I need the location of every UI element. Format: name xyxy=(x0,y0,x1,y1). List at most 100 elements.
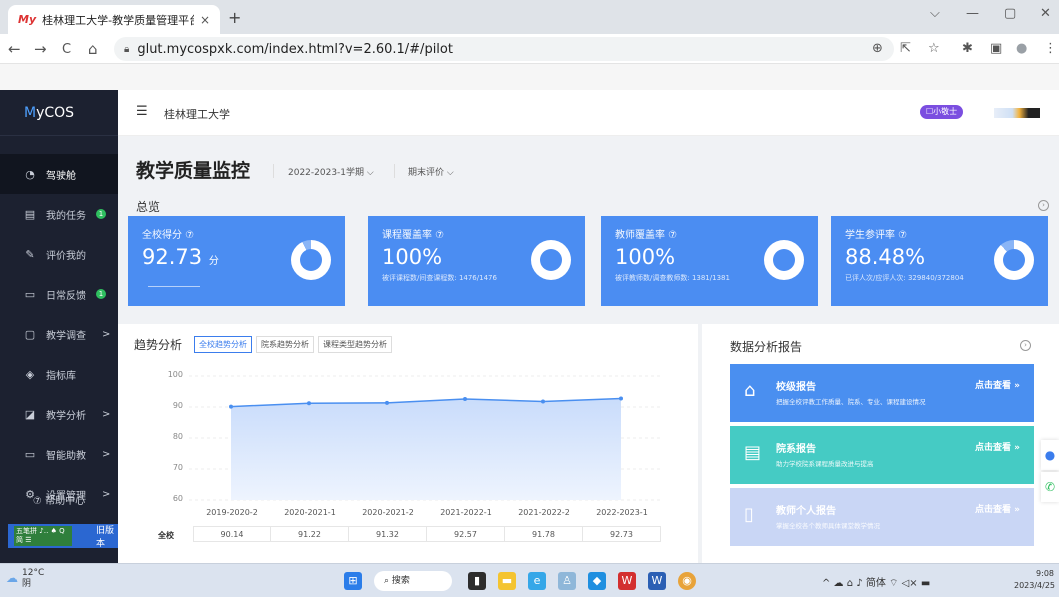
kpi-ring-hole xyxy=(773,249,795,271)
kpi-card[interactable]: 教师覆盖率 ⑦ 100% 被评教师数/调查教师数: 1381/1381 xyxy=(601,216,818,306)
reload-icon[interactable]: C xyxy=(62,42,71,57)
data-label: 91.22 xyxy=(271,526,349,542)
data-label: 92.57 xyxy=(427,526,505,542)
kpi-subtext: 被评教师数/调查教师数: 1381/1381 xyxy=(615,274,730,282)
kpi-ring-icon xyxy=(291,240,331,280)
sidebar-item-3[interactable]: ▭ 日常反馈 1 xyxy=(0,274,118,314)
notification-float-icon[interactable]: ● xyxy=(1041,440,1059,470)
taskview-icon[interactable]: ▮ xyxy=(468,572,486,590)
eval-type-select[interactable]: 期末评价 ⌵ xyxy=(408,165,454,178)
browser-menu-icon[interactable]: ⋮ xyxy=(1044,41,1057,56)
data-label: 90.14 xyxy=(193,526,271,542)
zoom-icon[interactable]: ⊕ xyxy=(872,41,883,56)
report-more-icon[interactable]: › xyxy=(1020,340,1031,351)
sidebar-item-5[interactable]: ◈ 指标库 xyxy=(0,354,118,394)
home-icon[interactable]: ⌂ xyxy=(88,40,98,58)
data-point[interactable] xyxy=(385,400,389,405)
kpi-card[interactable]: 课程覆盖率 ⑦ 100% 被评课程数/间查课程数: 1476/1476 xyxy=(368,216,585,306)
new-tab-button[interactable]: + xyxy=(228,8,241,27)
report-card[interactable]: ▯ 教师个人报告 掌握全校各个教师具体课堂教学情况 点击查看 » xyxy=(730,488,1034,546)
taskbar-search[interactable]: ⌕ 搜索 xyxy=(374,571,452,591)
kpi-value: 100% xyxy=(382,245,443,269)
chevron-right-icon: > xyxy=(102,328,111,340)
wps-icon[interactable]: W xyxy=(618,572,636,590)
share-icon[interactable]: ⇱ xyxy=(900,41,911,56)
assistant-pill[interactable]: ☐小敬士 xyxy=(920,105,964,119)
tab-search-icon[interactable]: ⌵ xyxy=(930,6,940,21)
bookmark-star-icon[interactable]: ☆ xyxy=(928,41,940,56)
word-icon[interactable]: W xyxy=(648,572,666,590)
kpi-card[interactable]: 全校得分 ⑦ 92.73 分 xyxy=(128,216,345,306)
data-point[interactable] xyxy=(541,399,545,404)
data-point[interactable] xyxy=(307,401,311,406)
chrome-icon[interactable]: ◉ xyxy=(678,572,696,590)
date: 2023/4/25 xyxy=(1014,581,1056,590)
start-icon[interactable]: ⊞ xyxy=(344,572,362,590)
sidebar-item-label: 智能助教 xyxy=(46,450,86,462)
view-report-link[interactable]: 点击查看 » xyxy=(975,378,1020,391)
edge-icon[interactable]: e xyxy=(528,572,546,590)
sidebar-item-0[interactable]: ◔ 驾驶舱 xyxy=(0,154,118,194)
file-explorer-icon[interactable]: ▬ xyxy=(498,572,516,590)
kpi-label: 全校得分 ⑦ xyxy=(142,230,195,241)
close-tab-icon[interactable]: × xyxy=(200,13,210,27)
sidebar-item-2[interactable]: ✎ 评价我的 xyxy=(0,234,118,274)
x-tick-label: 2021-2022-2 xyxy=(518,508,570,517)
assistant-icon: ▭ xyxy=(24,447,36,461)
close-window-button[interactable]: ✕ xyxy=(1040,6,1051,21)
dashboard-icon: ◔ xyxy=(25,167,35,181)
chevron-right-icon: > xyxy=(102,408,111,420)
view-report-link[interactable]: 点击查看 » xyxy=(975,502,1020,515)
minimize-button[interactable]: — xyxy=(966,6,979,21)
report-card[interactable]: ⌂ 校级报告 把握全校评教工作质量、院系、专业、课程建设情况 点击查看 » xyxy=(730,364,1034,422)
top-header: ☰ 桂林理工大学 ☐小敬士 xyxy=(118,90,1059,136)
extensions-icon[interactable]: ✱ xyxy=(962,41,973,56)
old-version-button[interactable]: 五笔拼 ♪‥ ♠ Q 简 ☰ 旧版本 xyxy=(8,524,118,549)
report-card-title: 校级报告 xyxy=(776,382,816,393)
profile-icon[interactable]: ● xyxy=(1016,41,1027,56)
term-select[interactable]: 2022-2023-1学期 ⌵ xyxy=(288,165,374,178)
forward-icon[interactable]: → xyxy=(34,40,47,58)
report-card[interactable]: ▤ 院系报告 助力学校院系课程质量改进与提高 点击查看 » xyxy=(730,426,1034,484)
back-icon[interactable]: ← xyxy=(8,40,21,58)
data-point[interactable] xyxy=(229,404,233,409)
survey-icon: ▢ xyxy=(24,327,36,341)
index-library-icon: ◈ xyxy=(25,367,35,381)
phone-float-icon[interactable]: ✆ xyxy=(1041,472,1059,502)
overview-label: 总览 xyxy=(136,200,161,214)
system-tray[interactable]: ^ ☁ ⌂ ♪ 简体 ⌔ ◁× ▬ xyxy=(822,574,930,590)
help-center-link[interactable]: ⑦ 帮助中心 xyxy=(0,492,118,507)
brand-logo[interactable]: MyCOS xyxy=(0,90,118,136)
url-input[interactable]: 🔒︎ glut.mycospxk.com/index.html?v=2.60.1… xyxy=(114,37,894,61)
analysis-icon: ◪ xyxy=(24,407,36,421)
brand-rest: yCOS xyxy=(36,104,75,121)
view-report-link[interactable]: 点击查看 » xyxy=(975,440,1020,453)
menu-toggle-icon[interactable]: ☰ xyxy=(136,104,148,119)
data-point[interactable] xyxy=(463,397,467,402)
data-point[interactable] xyxy=(619,396,623,401)
sidebar-item-6[interactable]: ◪ 教学分析 > xyxy=(0,394,118,434)
favicon-icon: My xyxy=(18,13,37,26)
kpi-card[interactable]: 学生参评率 ⑦ 88.48% 已评人次/应评人次: 329840/372804 xyxy=(831,216,1048,306)
overview-more-icon[interactable]: › xyxy=(1038,200,1049,211)
tasks-icon: ▤ xyxy=(24,207,36,221)
user-avatar[interactable] xyxy=(994,108,1040,118)
report-card-title: 教师个人报告 xyxy=(776,506,836,517)
weather-widget[interactable]: ☁ 12°C 阴 xyxy=(6,568,44,590)
app-icon[interactable]: ♙ xyxy=(558,572,576,590)
sidebar-item-1[interactable]: ▤ 我的任务 1 xyxy=(0,194,118,234)
tencent-icon[interactable]: ◆ xyxy=(588,572,606,590)
trend-panel: 趋势分析 全校趋势分析 院系趋势分析 课程类型趋势分析 60 70 80 90 100 2… xyxy=(118,324,698,563)
sidebar-item-label: 教学分析 xyxy=(46,410,86,422)
sidebar-item-4[interactable]: ▢ 教学调查 > xyxy=(0,314,118,354)
main-content: 教学质量监控 2022-2023-1学期 ⌵ 期末评价 ⌵ 总览 › 全校得分 … xyxy=(118,136,1059,563)
browser-tab[interactable]: My 桂林理工大学-教学质量管理平台 × xyxy=(8,5,220,34)
sidebar-item-label: 我的任务 xyxy=(46,210,86,222)
sidebar-icon[interactable]: ▣ xyxy=(990,41,1002,56)
kpi-ring-icon xyxy=(764,240,804,280)
report-card-title: 院系报告 xyxy=(776,444,816,455)
clock[interactable]: 9:08 2023/4/25 xyxy=(1014,568,1056,592)
y-tick-label: 70 xyxy=(172,463,183,472)
sidebar-item-7[interactable]: ▭ 智能助教 > xyxy=(0,434,118,474)
restore-button[interactable]: ▢ xyxy=(1004,6,1016,21)
